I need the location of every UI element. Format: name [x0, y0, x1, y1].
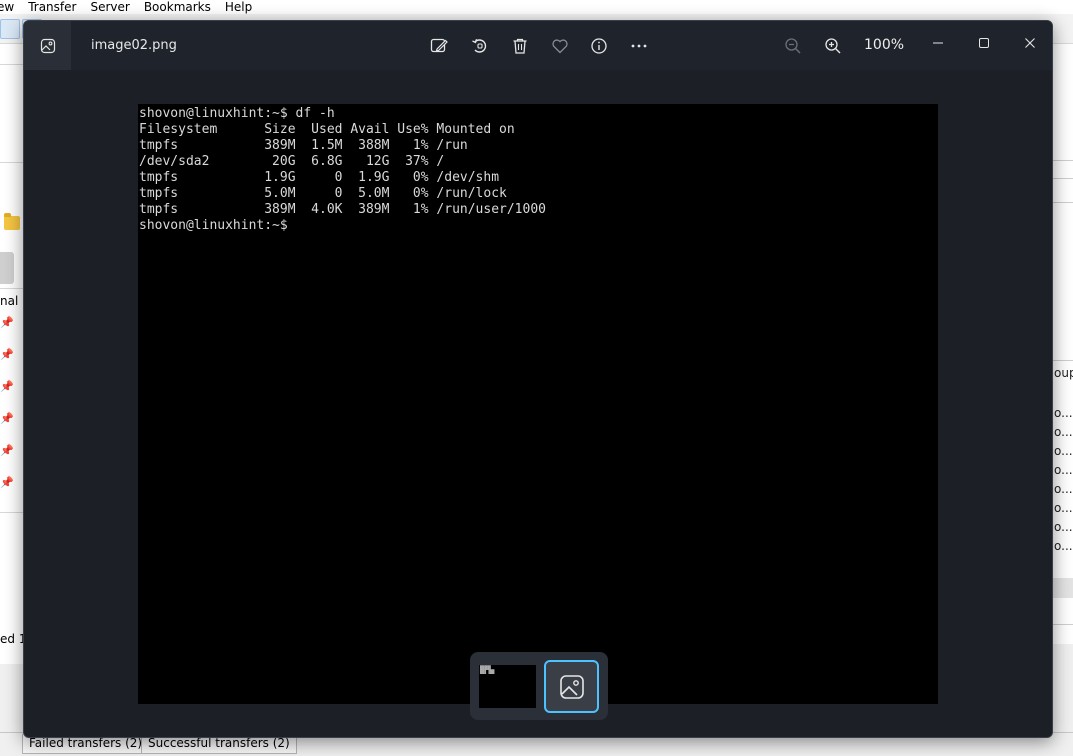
- maximize-icon[interactable]: [961, 27, 1007, 59]
- terminal-line: tmpfs 389M 1.5M 388M 1% /run: [139, 138, 468, 153]
- list-item[interactable]: o...: [1054, 425, 1073, 439]
- folder-icon: [4, 213, 20, 230]
- photo-viewer-window: image02.png 100% shovon@linuxhint:~$ df …: [23, 20, 1053, 738]
- image-icon: [40, 38, 55, 53]
- terminal-line: shovon@linuxhint:~$: [139, 218, 288, 233]
- menu-item-transfer[interactable]: Transfer: [28, 0, 76, 14]
- delete-icon[interactable]: [508, 34, 532, 58]
- pin-icon[interactable]: 📌: [0, 476, 14, 489]
- favorite-icon[interactable]: [548, 34, 572, 58]
- list-item[interactable]: o...: [1054, 539, 1073, 553]
- info-icon[interactable]: [587, 34, 611, 58]
- pin-icon[interactable]: 📌: [0, 444, 14, 457]
- list-item[interactable]: o...: [1054, 444, 1073, 458]
- image-placeholder-icon: [559, 674, 584, 699]
- terminal-line: tmpfs 1.9G 0 1.9G 0% /dev/shm: [139, 170, 500, 185]
- list-item[interactable]: o...: [1054, 406, 1073, 420]
- column-header-group[interactable]: oup: [1054, 366, 1073, 380]
- terminal-line: tmpfs 389M 4.0K 389M 1% /run/user/1000: [139, 202, 546, 217]
- file-name: image02.png: [91, 38, 177, 53]
- close-icon[interactable]: [1007, 27, 1052, 59]
- rotate-icon[interactable]: [468, 34, 492, 58]
- background-right-panel: [1053, 44, 1073, 644]
- list-item[interactable]: o...: [1054, 520, 1073, 534]
- thumbnail-image02-selected[interactable]: [544, 660, 599, 713]
- pin-icon[interactable]: 📌: [0, 380, 14, 393]
- image-canvas[interactable]: shovon@linuxhint:~$ df -h Filesystem Size…: [24, 70, 1052, 737]
- zoom-out-icon[interactable]: [781, 34, 805, 58]
- pin-icon[interactable]: 📌: [0, 348, 14, 361]
- photos-app-icon[interactable]: [24, 21, 71, 70]
- thumbnail-image01[interactable]: ████▌ ██▌▐██: [479, 665, 536, 708]
- more-icon[interactable]: [627, 34, 651, 58]
- terminal-line: /dev/sda2 20G 6.8G 12G 37% /: [139, 154, 445, 169]
- terminal-line: tmpfs 5.0M 0 5.0M 0% /run/lock: [139, 186, 507, 201]
- toolbar-button[interactable]: [0, 19, 20, 39]
- selected-item: [0, 252, 14, 284]
- scrollbar-area[interactable]: [1053, 578, 1073, 598]
- pin-icon[interactable]: 📌: [0, 412, 14, 425]
- zoom-in-icon[interactable]: [821, 34, 845, 58]
- background-left-panel: nal 📌 📌 📌 📌 📌 📌: [0, 44, 24, 664]
- zoom-level[interactable]: 100%: [864, 37, 904, 53]
- displayed-image: shovon@linuxhint:~$ df -h Filesystem Size…: [138, 104, 938, 704]
- filmstrip: ████▌ ██▌▐██: [470, 652, 608, 720]
- viewer-titlebar: image02.png 100%: [24, 21, 1052, 70]
- menu-item-bookmarks[interactable]: Bookmarks: [144, 0, 211, 14]
- terminal-output: shovon@linuxhint:~$ df -h Filesystem Size…: [139, 106, 546, 234]
- list-item[interactable]: o...: [1054, 501, 1073, 515]
- thumbnail-preview-text: ████▌ ██▌▐██: [480, 665, 495, 674]
- list-item[interactable]: o...: [1054, 463, 1073, 477]
- minimize-icon[interactable]: [915, 27, 961, 59]
- partial-label: nal: [0, 294, 19, 308]
- menu-item-server[interactable]: Server: [90, 0, 129, 14]
- terminal-line: Filesystem Size Used Avail Use% Mounted …: [139, 122, 515, 137]
- menu-item-view[interactable]: ew: [0, 0, 14, 14]
- edit-image-icon[interactable]: [427, 34, 451, 58]
- background-menubar: ew Transfer Server Bookmarks Help: [0, 0, 1073, 14]
- menu-item-help[interactable]: Help: [225, 0, 252, 14]
- pin-icon[interactable]: 📌: [0, 316, 14, 329]
- terminal-line: shovon@linuxhint:~$ df -h: [139, 106, 335, 121]
- list-item[interactable]: o...: [1054, 482, 1073, 496]
